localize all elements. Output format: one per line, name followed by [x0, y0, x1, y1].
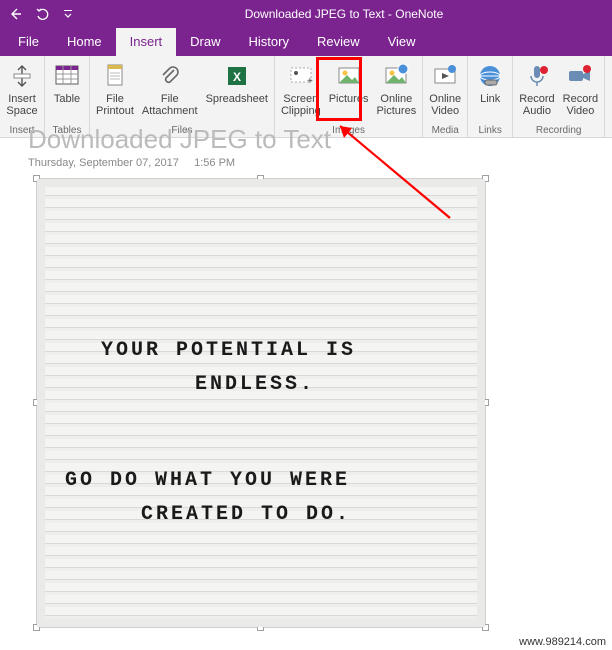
- spreadsheet-icon: X: [221, 60, 253, 92]
- record-audio-button[interactable]: Record Audio: [515, 58, 558, 117]
- record-video-button[interactable]: Record Video: [559, 58, 602, 117]
- board-line-1: YOUR POTENTIAL IS: [101, 339, 356, 362]
- table-button[interactable]: Table: [47, 58, 87, 105]
- letterboard-rails: [45, 187, 477, 619]
- page-timestamp: Thursday, September 07, 2017 1:56 PM: [28, 157, 600, 169]
- tab-file[interactable]: File: [4, 28, 53, 56]
- back-arrow-icon: [9, 7, 23, 21]
- microphone-icon: [521, 60, 553, 92]
- record-video-label: Record Video: [563, 93, 598, 117]
- date-button[interactable]: Dat: [607, 58, 612, 105]
- link-button[interactable]: Link: [470, 58, 510, 105]
- tab-insert[interactable]: Insert: [116, 28, 177, 56]
- record-audio-label: Record Audio: [519, 93, 554, 117]
- table-label: Table: [54, 93, 80, 105]
- ribbon-group-truncated: Dat: [605, 56, 612, 138]
- page-surface[interactable]: Downloaded JPEG to Text Thursday, Septem…: [0, 138, 612, 636]
- undo-button[interactable]: [30, 3, 54, 25]
- tab-review[interactable]: Review: [303, 28, 374, 56]
- letterboard-image: YOUR POTENTIAL IS ENDLESS. GO DO WHAT YO…: [37, 179, 485, 627]
- pictures-icon: [333, 60, 365, 92]
- online-pictures-label: Online Pictures: [376, 93, 416, 117]
- quick-access-toolbar: [4, 3, 80, 25]
- ribbon-tabs: File Home Insert Draw History Review Vie…: [0, 28, 612, 56]
- online-video-label: Online Video: [429, 93, 461, 117]
- table-icon: [51, 60, 83, 92]
- file-printout-label: File Printout: [96, 93, 134, 117]
- spreadsheet-label: Spreadsheet: [206, 93, 268, 105]
- insert-space-icon: [6, 60, 38, 92]
- file-attachment-button[interactable]: File Attachment: [138, 58, 202, 117]
- file-printout-icon: [99, 60, 131, 92]
- page-time-text: 1:56 PM: [194, 157, 235, 169]
- videocam-icon: [564, 60, 596, 92]
- board-line-2: ENDLESS.: [195, 373, 315, 396]
- window-title: Downloaded JPEG to Text - OneNote: [80, 7, 608, 21]
- spreadsheet-button[interactable]: X Spreadsheet: [202, 58, 272, 105]
- back-button[interactable]: [4, 3, 28, 25]
- screen-clipping-label: Screen Clipping: [281, 93, 321, 117]
- footer-url: www.989214.com: [519, 636, 612, 650]
- online-video-icon: [429, 60, 461, 92]
- pictures-label: Pictures: [329, 93, 369, 105]
- svg-text:+: +: [307, 76, 313, 87]
- tab-draw[interactable]: Draw: [176, 28, 234, 56]
- board-line-3: GO DO WHAT YOU WERE: [65, 469, 350, 492]
- tab-history[interactable]: History: [235, 28, 303, 56]
- chevron-down-icon: [63, 9, 73, 19]
- screen-clipping-icon: +: [285, 60, 317, 92]
- insert-space-label: Insert Space: [6, 93, 37, 117]
- tab-home[interactable]: Home: [53, 28, 116, 56]
- insert-space-button[interactable]: Insert Space: [2, 58, 42, 117]
- page-title[interactable]: Downloaded JPEG to Text: [28, 124, 600, 155]
- online-video-button[interactable]: Online Video: [425, 58, 465, 117]
- title-bar: Downloaded JPEG to Text - OneNote: [0, 0, 612, 28]
- link-label: Link: [480, 93, 500, 105]
- screen-clipping-button[interactable]: + Screen Clipping: [277, 58, 325, 117]
- online-pictures-icon: [380, 60, 412, 92]
- paperclip-icon: [154, 60, 186, 92]
- link-icon: [474, 60, 506, 92]
- online-pictures-button[interactable]: Online Pictures: [372, 58, 420, 117]
- qat-customize-button[interactable]: [56, 3, 80, 25]
- page-date-text: Thursday, September 07, 2017: [28, 157, 179, 169]
- undo-icon: [35, 7, 49, 21]
- svg-text:X: X: [233, 70, 241, 84]
- file-attachment-label: File Attachment: [142, 93, 198, 117]
- board-line-4: CREATED TO DO.: [141, 503, 351, 526]
- inserted-image[interactable]: YOUR POTENTIAL IS ENDLESS. GO DO WHAT YO…: [36, 178, 486, 628]
- pictures-button[interactable]: Pictures: [325, 58, 373, 105]
- tab-view[interactable]: View: [374, 28, 430, 56]
- file-printout-button[interactable]: File Printout: [92, 58, 138, 117]
